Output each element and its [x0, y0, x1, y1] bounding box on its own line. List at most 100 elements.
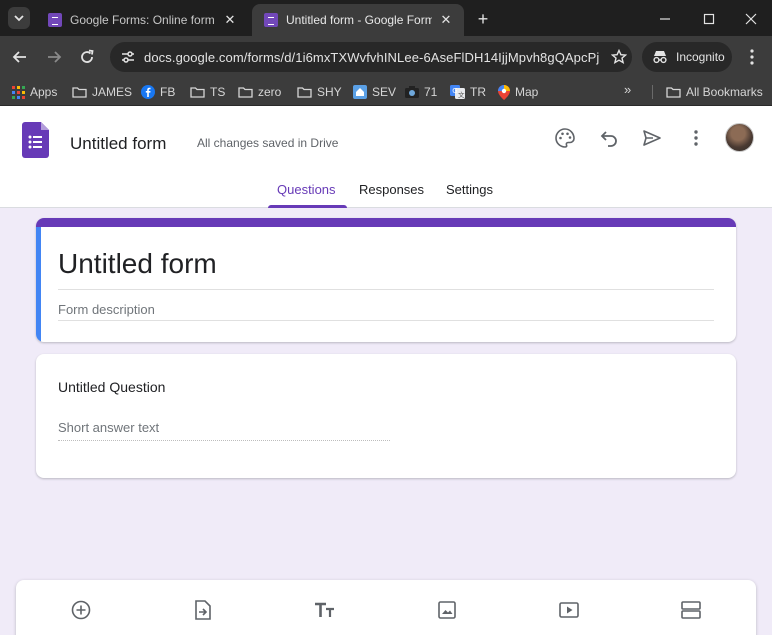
bookmark-ts[interactable]: TS — [190, 82, 225, 102]
accent-band — [36, 218, 736, 227]
answer-underline — [58, 440, 390, 441]
form-description-input[interactable]: Form description — [58, 302, 155, 317]
camera-icon — [405, 86, 419, 98]
close-icon[interactable]: ✕ — [222, 12, 238, 28]
add-question-icon — [71, 600, 91, 620]
bookmarks-bar: Apps JAMES FB TS zero SHY SEV 71 G文 TR M… — [0, 78, 772, 106]
bookmark-tr[interactable]: G文 TR — [450, 82, 486, 102]
tab-title: Google Forms: Online form cre — [70, 13, 216, 27]
more-options-button[interactable] — [684, 126, 708, 150]
close-icon — [745, 13, 757, 25]
add-image-button[interactable] — [435, 598, 459, 622]
translate-icon: G文 — [450, 85, 465, 99]
reload-button[interactable] — [75, 45, 99, 69]
add-video-button[interactable] — [557, 598, 581, 622]
bookmark-label: zero — [258, 85, 282, 99]
browser-menu-button[interactable] — [740, 45, 764, 69]
forward-button[interactable] — [42, 45, 66, 69]
bookmark-apps[interactable]: Apps — [12, 82, 57, 102]
send-icon — [643, 130, 661, 146]
undo-button[interactable] — [597, 126, 621, 150]
incognito-icon — [653, 51, 667, 64]
document-title[interactable]: Untitled form — [70, 134, 166, 154]
maximize-button[interactable] — [698, 8, 720, 30]
folder-icon — [297, 86, 312, 98]
bookmark-fb[interactable]: FB — [141, 82, 175, 102]
minimize-icon — [660, 18, 670, 20]
bookmark-71[interactable]: 71 — [405, 82, 437, 102]
minimize-button[interactable] — [654, 8, 676, 30]
google-forms-favicon-icon — [48, 13, 62, 27]
browser-tab-strip: Google Forms: Online form cre ✕ Untitled… — [0, 0, 772, 36]
bookmark-label: TR — [470, 85, 486, 99]
browser-toolbar: docs.google.com/forms/d/1i6mxTXWvfvhINLe… — [0, 36, 772, 78]
question-title[interactable]: Untitled Question — [58, 379, 165, 395]
url-text[interactable]: docs.google.com/forms/d/1i6mxTXWvfvhINLe… — [144, 50, 600, 65]
add-question-button[interactable] — [69, 598, 93, 622]
save-status: All changes saved in Drive — [197, 136, 339, 150]
chevron-down-icon — [14, 15, 24, 22]
question-card[interactable]: Untitled Question Short answer text — [36, 354, 736, 478]
folder-icon — [238, 86, 253, 98]
customize-theme-button[interactable] — [553, 126, 577, 150]
tab-title: Untitled form - Google Forms — [286, 13, 432, 27]
import-questions-button[interactable] — [191, 598, 215, 622]
bookmarks-divider — [652, 85, 653, 99]
bookmark-label: Map — [515, 85, 539, 99]
form-title-input[interactable]: Untitled form — [58, 248, 217, 280]
all-bookmarks-button[interactable]: All Bookmarks — [666, 82, 763, 102]
bookmark-label: JAMES — [92, 85, 133, 99]
add-title-button[interactable] — [313, 598, 337, 622]
more-vert-icon — [750, 49, 754, 65]
incognito-profile-button[interactable]: Incognito — [642, 42, 732, 72]
bookmark-label: SHY — [317, 85, 342, 99]
tab-settings[interactable]: Settings — [446, 182, 493, 197]
bookmark-label: 71 — [424, 85, 438, 99]
add-section-button[interactable] — [679, 598, 703, 622]
bookmark-james[interactable]: JAMES — [72, 82, 132, 102]
forms-tabs: Questions Responses Settings — [0, 174, 772, 208]
browser-tab-google-forms[interactable]: Google Forms: Online form cre ✕ — [36, 4, 248, 36]
svg-text:文: 文 — [458, 90, 465, 99]
add-image-icon — [438, 601, 456, 619]
more-bookmarks-chevron-icon[interactable]: » — [624, 82, 631, 97]
arrow-right-icon — [48, 51, 62, 63]
short-answer-placeholder: Short answer text — [58, 420, 160, 435]
add-video-icon — [559, 602, 579, 618]
bookmark-star-icon[interactable] — [608, 46, 630, 68]
bookmark-label: Apps — [30, 85, 58, 99]
focus-indicator — [36, 227, 41, 342]
forms-app: Untitled form All changes saved in Drive… — [0, 106, 772, 635]
back-button[interactable] — [8, 45, 32, 69]
close-window-button[interactable] — [740, 8, 762, 30]
browser-tab-untitled-form[interactable]: Untitled form - Google Forms ✕ — [252, 4, 464, 36]
bookmark-sev[interactable]: SEV — [353, 82, 396, 102]
bookmark-label: TS — [210, 85, 226, 99]
account-avatar[interactable] — [725, 123, 754, 152]
bookmark-shy[interactable]: SHY — [297, 82, 342, 102]
facebook-icon — [141, 85, 155, 99]
address-bar[interactable]: docs.google.com/forms/d/1i6mxTXWvfvhINLe… — [110, 42, 632, 72]
maximize-icon — [703, 13, 715, 25]
bookmark-label: FB — [160, 85, 176, 99]
bookmark-map[interactable]: Map — [498, 82, 538, 102]
title-underline — [58, 289, 714, 290]
tab-questions[interactable]: Questions — [277, 182, 336, 197]
tab-search-button[interactable] — [8, 7, 30, 29]
send-button[interactable] — [640, 126, 664, 150]
google-forms-favicon-icon — [264, 13, 278, 27]
bookmark-zero[interactable]: zero — [238, 82, 281, 102]
active-tab-indicator — [268, 205, 347, 208]
apps-grid-icon — [12, 85, 25, 99]
import-questions-icon — [195, 600, 211, 620]
form-title-card[interactable]: Untitled form Form description — [36, 218, 736, 342]
site-settings-icon[interactable] — [118, 47, 138, 67]
forms-header: Untitled form All changes saved in Drive… — [0, 106, 772, 208]
close-icon[interactable]: ✕ — [438, 12, 454, 28]
new-tab-button[interactable]: + — [472, 8, 494, 30]
reload-icon — [81, 49, 94, 63]
maps-pin-icon — [498, 84, 510, 100]
tab-responses[interactable]: Responses — [359, 182, 424, 197]
folder-icon — [666, 86, 681, 98]
svg-text:G: G — [452, 87, 457, 95]
